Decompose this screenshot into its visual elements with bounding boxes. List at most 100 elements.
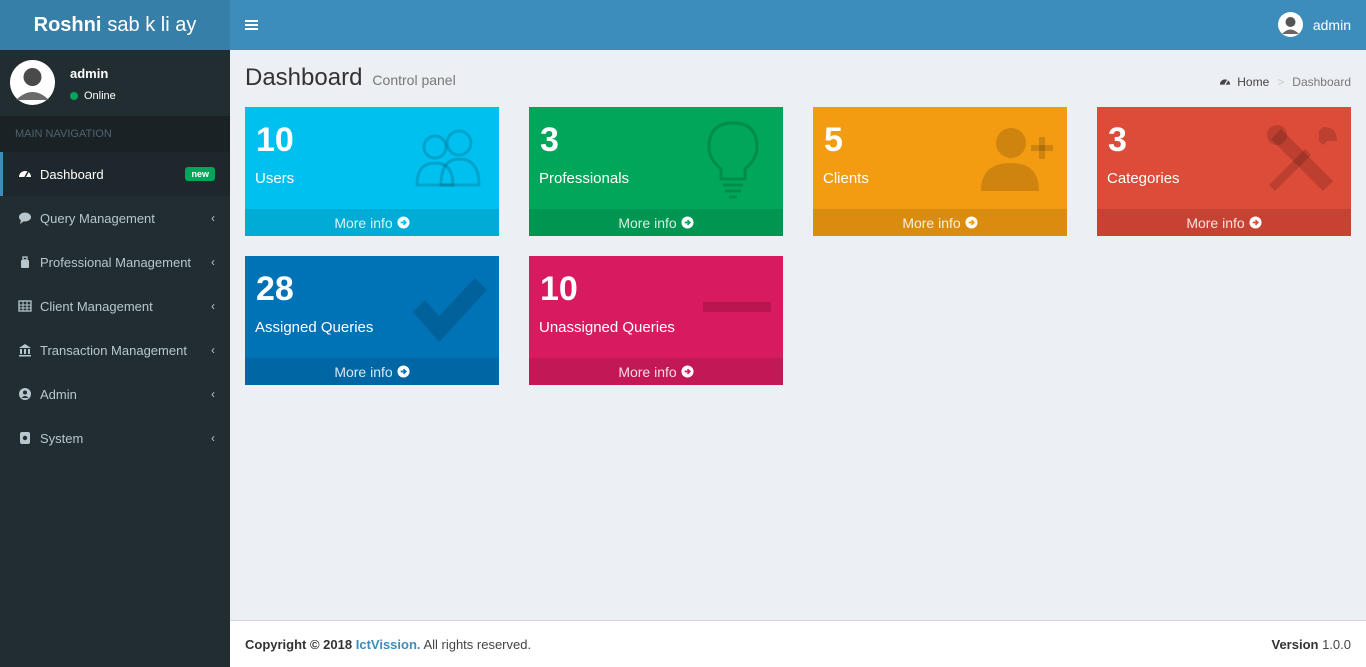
users-stat-box: 10 Users More info — [245, 107, 499, 236]
gear-icon — [18, 431, 32, 445]
professionals-stat-box: 3 Professionals More info — [529, 107, 783, 236]
briefcase-icon — [18, 255, 32, 269]
dashboard-icon — [1220, 79, 1231, 85]
more-info-link[interactable]: More info — [813, 209, 1067, 236]
check-icon — [413, 278, 487, 342]
sidebar-item-dashboard[interactable]: Dashboard new — [0, 152, 230, 196]
more-info-label: More info — [902, 214, 961, 231]
sidebar-item-label: Admin — [40, 386, 77, 402]
table-icon — [18, 299, 32, 313]
stat-count: 3 — [1108, 121, 1127, 159]
arrow-circle-right-icon — [1249, 216, 1262, 229]
sidebar-item-admin[interactable]: Admin ‹ — [0, 372, 230, 416]
user-plus-icon — [981, 128, 1053, 191]
comment-icon — [18, 211, 32, 225]
more-info-label: More info — [618, 363, 677, 380]
chevron-left-icon: ‹ — [211, 387, 215, 401]
logo-text: sab k li ay — [107, 13, 197, 36]
sidebar-item-label: System — [40, 430, 84, 446]
sidebar-item-label: Dashboard — [40, 166, 104, 182]
version: Version 1.0.0 — [1271, 637, 1351, 652]
tools-icon — [1267, 125, 1337, 191]
rights-text: All rights reserved. — [423, 636, 532, 652]
stat-label: Unassigned Queries — [539, 319, 675, 336]
stat-count: 10 — [256, 121, 294, 159]
stat-count: 3 — [540, 121, 559, 159]
stat-count: 5 — [824, 121, 843, 159]
more-info-link[interactable]: More info — [1097, 209, 1351, 236]
avatar — [10, 60, 55, 105]
arrow-circle-right-icon — [397, 216, 410, 229]
sidebar-item-label: Query Management — [40, 210, 155, 226]
users-icon — [415, 129, 481, 187]
sidebar-item-client-management[interactable]: Client Management ‹ — [0, 284, 230, 328]
logo-bold-text: Roshni — [33, 13, 102, 36]
more-info-link[interactable]: More info — [245, 209, 499, 236]
online-status-icon — [70, 92, 78, 100]
page-subtitle: Control panel — [372, 72, 456, 88]
user-panel-name: admin — [70, 66, 109, 81]
more-info-label: More info — [618, 214, 677, 231]
copyright: Copyright © 2018 IctVission. All rights … — [245, 637, 531, 652]
breadcrumb: Home > Dashboard — [1219, 75, 1351, 89]
sidebar-item-label: Professional Management — [40, 254, 192, 270]
avatar — [1277, 12, 1303, 37]
new-badge: new — [185, 167, 215, 181]
stat-label: Professionals — [539, 170, 630, 187]
stat-count: 10 — [540, 270, 578, 308]
stat-label: Clients — [823, 170, 869, 187]
stat-count: 28 — [256, 270, 294, 308]
footer: Copyright © 2018 IctVission. All rights … — [230, 620, 1366, 667]
nav-header: MAIN NAVIGATION — [0, 116, 230, 152]
chevron-left-icon: ‹ — [211, 211, 215, 225]
arrow-circle-right-icon — [681, 216, 694, 229]
chevron-left-icon: ‹ — [211, 343, 215, 357]
brand-link[interactable]: IctVission. — [356, 637, 421, 652]
sidebar-item-query-management[interactable]: Query Management ‹ — [0, 196, 230, 240]
sidebar: admin Online MAIN NAVIGATION Dashboard n… — [0, 50, 230, 667]
breadcrumb-separator: > — [1277, 75, 1285, 89]
lightbulb-icon — [707, 121, 759, 199]
breadcrumb-home-link[interactable]: Home — [1219, 75, 1269, 89]
top-navbar: admin — [230, 0, 1366, 50]
arrow-circle-right-icon — [965, 216, 978, 229]
user-panel: admin Online — [0, 50, 230, 116]
more-info-link[interactable]: More info — [245, 358, 499, 385]
stat-label: Users — [255, 170, 295, 187]
user-menu-name: admin — [1312, 16, 1351, 33]
page-title: Dashboard — [245, 64, 363, 91]
sidebar-item-system[interactable]: System ‹ — [0, 416, 230, 460]
version-value: 1.0.0 — [1322, 636, 1351, 652]
app-logo[interactable]: Roshni sab k li ay — [0, 0, 230, 50]
stat-label: Categories — [1107, 170, 1180, 187]
chevron-left-icon: ‹ — [211, 299, 215, 313]
more-info-link[interactable]: More info — [529, 209, 783, 236]
more-info-link[interactable]: More info — [529, 358, 783, 385]
user-circle-icon — [18, 387, 32, 401]
categories-stat-box: 3 Categories More info — [1097, 107, 1351, 236]
user-status-text: Online — [84, 90, 116, 102]
clients-stat-box: 5 Clients More info — [813, 107, 1067, 236]
sidebar-item-label: Client Management — [40, 298, 153, 314]
sidebar-item-label: Transaction Management — [40, 342, 187, 358]
copyright-prefix: Copyright © 2018 — [245, 636, 353, 652]
chevron-left-icon: ‹ — [211, 255, 215, 269]
more-info-label: More info — [334, 363, 393, 380]
unassigned-queries-stat-box: 10 Unassigned Queries More info — [529, 256, 783, 385]
more-info-label: More info — [1186, 214, 1245, 231]
breadcrumb-current: Dashboard — [1292, 75, 1351, 89]
chevron-left-icon: ‹ — [211, 431, 215, 445]
sidebar-toggle-button[interactable] — [240, 12, 262, 38]
arrow-circle-right-icon — [681, 365, 694, 378]
user-status: Online — [70, 90, 116, 102]
user-menu[interactable]: admin — [1277, 12, 1351, 37]
stat-label: Assigned Queries — [255, 319, 374, 336]
assigned-queries-stat-box: 28 Assigned Queries More info — [245, 256, 499, 385]
arrow-circle-right-icon — [397, 365, 410, 378]
breadcrumb-home-label: Home — [1237, 75, 1270, 89]
bank-icon — [18, 343, 32, 357]
sidebar-item-transaction-management[interactable]: Transaction Management ‹ — [0, 328, 230, 372]
sidebar-item-professional-management[interactable]: Professional Management ‹ — [0, 240, 230, 284]
more-info-label: More info — [334, 214, 393, 231]
version-label: Version — [1271, 636, 1319, 652]
